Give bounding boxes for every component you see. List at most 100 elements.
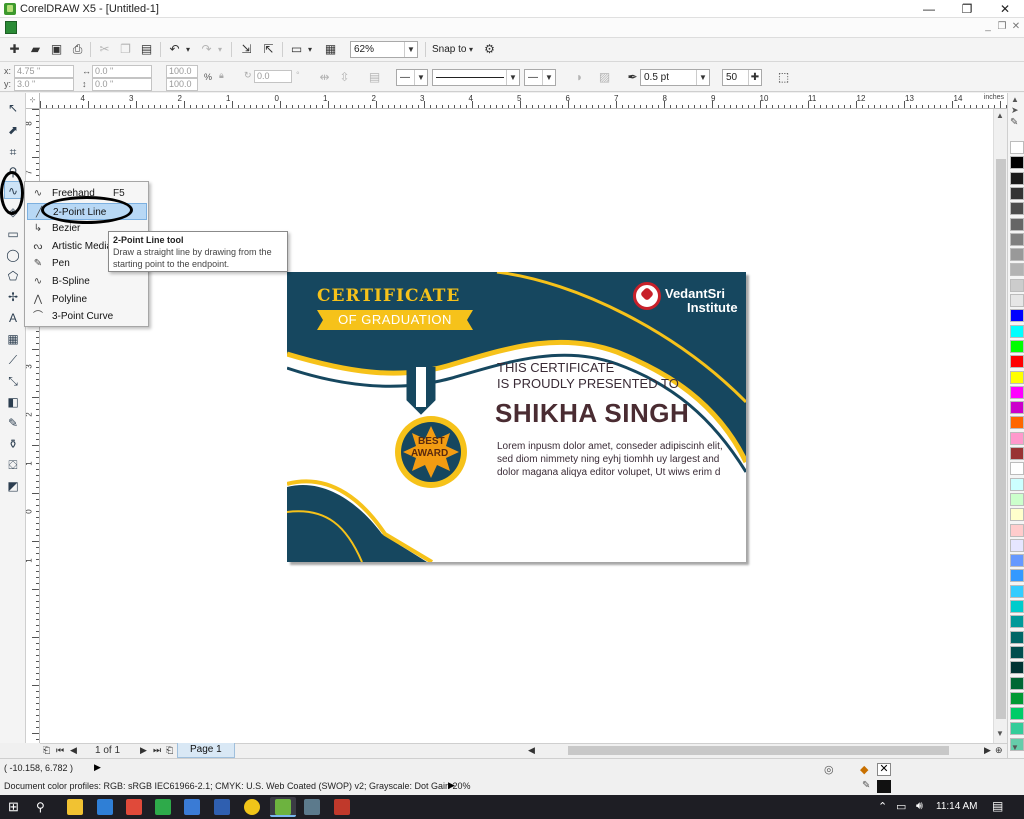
prev-page-icon[interactable]: ◀ [70, 745, 77, 756]
table-tool-icon[interactable]: ▦ [4, 330, 22, 348]
copy-icon[interactable]: ❐ [117, 41, 134, 58]
vertical-scrollbar[interactable]: ▲ ▼ [993, 109, 1007, 743]
coreldraw-taskbar-icon[interactable] [275, 799, 291, 815]
launcher-dropdown-icon[interactable]: ▾ [305, 41, 315, 58]
zoom-level-select[interactable]: 62% ▼ [350, 41, 418, 58]
color-swatch[interactable] [1010, 186, 1024, 200]
color-swatch[interactable] [1010, 584, 1024, 598]
color-swatch[interactable] [1010, 202, 1024, 216]
color-swatch[interactable] [1010, 615, 1024, 629]
first-page-icon[interactable]: ⏮ [56, 745, 64, 756]
interactive-fill-tool-icon[interactable]: ◩ [4, 477, 22, 495]
file-explorer-icon[interactable] [67, 799, 83, 815]
mail-icon[interactable] [97, 799, 113, 815]
palette-pin-icon[interactable]: ✎ [1010, 117, 1018, 128]
palette-scroll-up-icon[interactable]: ▲ [1011, 95, 1019, 104]
certificate-artwork[interactable]: CERTIFICATE OF GRADUATION VedantSri Inst… [287, 272, 746, 562]
palette-scroll-down-icon[interactable]: ▼ [1011, 743, 1019, 752]
color-swatch[interactable] [1010, 645, 1024, 659]
search-icon[interactable]: ⚲ [36, 799, 52, 815]
color-swatch[interactable] [1010, 385, 1024, 399]
crop-tool-icon[interactable]: ⌗ [4, 143, 22, 161]
status-expand-icon[interactable]: ▶ [94, 762, 101, 773]
color-swatch[interactable] [1010, 355, 1024, 369]
color-swatch[interactable] [1010, 339, 1024, 353]
pick-tool-icon[interactable]: ↖ [4, 99, 22, 117]
snap-to-button[interactable]: Snap to [432, 44, 466, 55]
outline-pen-status-icon[interactable]: ✎ [862, 780, 870, 791]
color-swatch[interactable] [1010, 707, 1024, 721]
undo-dropdown-icon[interactable]: ▾ [183, 41, 193, 58]
end-arrowhead-select[interactable]: — ▼ [524, 69, 556, 86]
scale-x-field[interactable]: 100.0 [166, 65, 198, 78]
open-folder-icon[interactable]: ▰ [27, 41, 44, 58]
doc-close-button[interactable]: ✕ [1010, 21, 1022, 32]
horizontal-ruler[interactable]: 5432101234567891011121314 [40, 93, 1007, 109]
scroll-left-icon[interactable]: ◀ [528, 745, 535, 756]
lock-ratio-icon[interactable]: 🔒︎ [219, 70, 224, 81]
color-swatch[interactable] [1010, 691, 1024, 705]
mirror-vertical-icon[interactable]: ⇳ [336, 69, 353, 86]
mirror-horizontal-icon[interactable]: ⇹ [316, 69, 333, 86]
doc-minimize-button[interactable]: _ [982, 21, 994, 32]
minimize-button[interactable]: — [912, 0, 946, 18]
navigator-icon[interactable]: ⊕ [995, 745, 1003, 756]
application-launcher-icon[interactable]: ▭ [288, 41, 305, 58]
color-swatch[interactable] [1010, 248, 1024, 262]
chrome-icon[interactable] [244, 799, 260, 815]
paste-icon[interactable]: ▤ [138, 41, 155, 58]
app-red-icon[interactable] [126, 799, 142, 815]
width-field[interactable]: 0.0 " [92, 65, 152, 78]
blend-tool-icon[interactable]: ◧ [4, 393, 22, 411]
volume-icon[interactable]: 🔊︎ [916, 800, 923, 813]
save-icon[interactable]: ▣ [48, 41, 65, 58]
color-swatch[interactable] [1010, 370, 1024, 384]
color-swatch[interactable] [1010, 171, 1024, 185]
color-swatch[interactable] [1010, 278, 1024, 292]
export-icon[interactable]: ⇱ [260, 41, 277, 58]
app-darkred-icon[interactable] [334, 799, 350, 815]
scroll-up-icon[interactable]: ▲ [996, 111, 1004, 120]
color-swatch[interactable] [1010, 661, 1024, 675]
scroll-down-icon[interactable]: ▼ [996, 729, 1004, 738]
outline-color-swatch[interactable] [877, 780, 891, 793]
downloads-icon[interactable] [184, 799, 200, 815]
ruler-origin-corner[interactable]: ⊹ [26, 93, 40, 109]
start-arrowhead-select[interactable]: — ▼ [396, 69, 428, 86]
connector-tool-icon[interactable]: ⤡ [4, 372, 22, 390]
behind-fill-icon[interactable]: ▨ [596, 69, 613, 86]
color-swatch[interactable] [1010, 324, 1024, 338]
ellipse-tool-icon[interactable]: ◯ [4, 246, 22, 264]
close-curve-icon[interactable]: ◗ [571, 69, 588, 86]
color-swatch[interactable] [1010, 523, 1024, 537]
color-swatch[interactable] [1010, 309, 1024, 323]
app-blue-icon[interactable] [214, 799, 230, 815]
undo-icon[interactable]: ↶ [166, 41, 183, 58]
color-swatch[interactable] [1010, 447, 1024, 460]
color-swatch[interactable] [1010, 508, 1024, 522]
basic-shapes-tool-icon[interactable]: ✢ [4, 288, 22, 306]
color-swatch[interactable] [1010, 156, 1024, 170]
last-page-icon[interactable]: ⏭ [153, 745, 161, 756]
outline-pen-icon[interactable]: ✒ [624, 69, 641, 86]
color-proof-icon[interactable]: ◎ [824, 763, 834, 776]
outline-tool-icon[interactable]: ⚱ [4, 435, 22, 453]
rotation-angle-field[interactable]: 0.0 [254, 70, 292, 83]
polygon-tool-icon[interactable]: ⬠ [4, 267, 22, 285]
color-swatch[interactable] [1010, 431, 1024, 445]
height-field[interactable]: 0.0 " [92, 78, 152, 91]
color-swatch[interactable] [1010, 477, 1024, 491]
notifications-icon[interactable]: ▤ [992, 799, 1003, 813]
y-position-field[interactable]: 3.0 " [14, 78, 74, 91]
color-swatch[interactable] [1010, 600, 1024, 613]
add-page-icon[interactable]: ⎗ [43, 745, 50, 756]
color-swatch[interactable] [1010, 217, 1024, 231]
flyout-item-b-spline[interactable]: ∿ B-Spline [27, 273, 147, 290]
color-swatch[interactable] [1010, 263, 1024, 277]
dimension-tool-icon[interactable]: ⟋ [4, 351, 22, 369]
color-swatch[interactable] [1010, 554, 1024, 568]
palette-flyout-icon[interactable]: ➤ [1011, 105, 1019, 116]
scale-y-field[interactable]: 100.0 [166, 78, 198, 91]
close-button[interactable]: ✕ [988, 0, 1022, 18]
next-page-icon[interactable]: ▶ [140, 745, 147, 756]
